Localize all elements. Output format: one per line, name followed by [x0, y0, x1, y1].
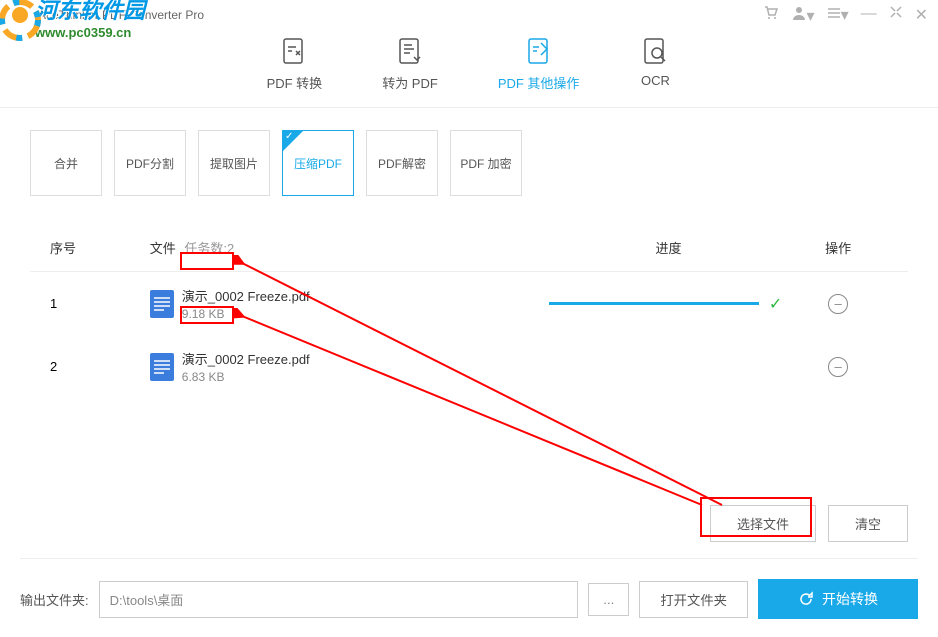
task-count: 任务数:2 — [184, 241, 234, 256]
clear-button[interactable]: 清空 — [828, 505, 908, 542]
minimize-icon[interactable]: — — [861, 5, 877, 26]
select-file-button[interactable]: 选择文件 — [710, 505, 816, 542]
titlebar: AceThinker PDF Converter Pro ▾ ▾ — ✕ — [0, 0, 938, 30]
pdf-file-icon — [150, 353, 174, 381]
tab-label: PDF 转换 — [267, 73, 323, 92]
browse-button[interactable]: ... — [588, 583, 629, 616]
check-icon: ✓ — [285, 131, 293, 142]
file-size: 9.18 KB — [182, 307, 310, 321]
table-header: 序号 文件 任务数:2 进度 操作 — [30, 218, 908, 272]
subtab-split[interactable]: PDF分割 — [114, 130, 186, 196]
pdf-file-icon — [150, 290, 174, 318]
table-row: 2 演示_0002 Freeze.pdf 6.83 KB – — [30, 335, 908, 398]
start-convert-button[interactable]: 开始转换 — [758, 579, 918, 619]
row-num: 1 — [50, 296, 150, 311]
file-size: 6.83 KB — [182, 370, 310, 384]
main-tabs: PDF 转换 转为 PDF PDF 其他操作 OCR — [0, 30, 938, 108]
bottom-actions: 选择文件 清空 — [710, 505, 908, 542]
app-logo-icon — [10, 5, 30, 25]
tab-ocr[interactable]: OCR — [639, 35, 671, 92]
subtab-compress[interactable]: ✓ 压缩PDF — [282, 130, 354, 196]
checkmark-icon: ✓ — [769, 294, 782, 314]
ocr-icon — [639, 35, 671, 67]
progress-cell: ✓ — [549, 294, 788, 314]
app-title: AceThinker PDF Converter Pro — [38, 8, 204, 22]
maximize-icon[interactable] — [889, 5, 903, 26]
menu-icon[interactable]: ▾ — [827, 5, 849, 26]
footer-bar: 输出文件夹: D:\tools\桌面 ... 打开文件夹 开始转换 — [20, 558, 918, 619]
to-pdf-icon — [394, 35, 426, 67]
refresh-icon — [798, 591, 814, 607]
file-name: 演示_0002 Freeze.pdf — [182, 286, 310, 305]
tab-label: OCR — [641, 73, 670, 88]
subtab-merge[interactable]: 合并 — [30, 130, 102, 196]
pdf-convert-icon — [278, 35, 310, 67]
pdf-other-icon — [523, 35, 555, 67]
header-progress: 进度 — [549, 238, 788, 257]
remove-button[interactable]: – — [828, 294, 848, 314]
file-list: 序号 文件 任务数:2 进度 操作 1 演示_0002 Freeze.pdf 9… — [0, 218, 938, 398]
output-path-input[interactable]: D:\tools\桌面 — [99, 581, 579, 618]
subtab-encrypt[interactable]: PDF 加密 — [450, 130, 522, 196]
row-num: 2 — [50, 359, 150, 374]
file-name: 演示_0002 Freeze.pdf — [182, 349, 310, 368]
sub-tabs: 合并 PDF分割 提取图片 ✓ 压缩PDF PDF解密 PDF 加密 — [0, 108, 938, 218]
header-file: 文件 任务数:2 — [150, 238, 549, 257]
tab-to-pdf[interactable]: 转为 PDF — [382, 35, 438, 92]
header-num: 序号 — [50, 238, 150, 257]
tab-label: PDF 其他操作 — [498, 73, 580, 92]
cart-icon[interactable] — [763, 5, 779, 26]
tab-label: 转为 PDF — [382, 73, 438, 92]
tab-pdf-convert[interactable]: PDF 转换 — [267, 35, 323, 92]
progress-bar — [549, 302, 759, 305]
subtab-extract-image[interactable]: 提取图片 — [198, 130, 270, 196]
output-folder-label: 输出文件夹: — [20, 590, 89, 609]
open-folder-button[interactable]: 打开文件夹 — [639, 581, 748, 618]
remove-button[interactable]: – — [828, 357, 848, 377]
tab-pdf-other[interactable]: PDF 其他操作 — [498, 35, 580, 92]
close-icon[interactable]: ✕ — [915, 5, 928, 26]
user-icon[interactable]: ▾ — [791, 5, 815, 26]
subtab-decrypt[interactable]: PDF解密 — [366, 130, 438, 196]
table-row: 1 演示_0002 Freeze.pdf 9.18 KB ✓ – — [30, 272, 908, 335]
header-action: 操作 — [788, 238, 888, 257]
